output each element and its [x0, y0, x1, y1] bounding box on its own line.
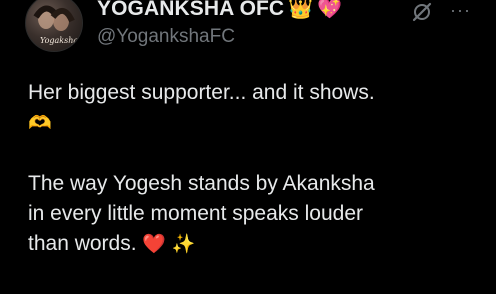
red-heart-emoji: ❤️	[142, 234, 167, 255]
user-handle[interactable]: @YogankshaFC	[97, 26, 235, 48]
heart-emoji-badge: 💖	[317, 0, 343, 20]
tweet-paragraph-2-line-1: The way Yogesh stands by Akanksha	[28, 172, 375, 195]
crown-emoji-badge: 👑	[288, 0, 314, 20]
tweet-line-1-text: Her biggest supporter... and it shows.	[28, 81, 375, 104]
sparkles-emoji: ✨	[171, 234, 196, 255]
heart-hands-emoji: 🫶	[28, 113, 52, 134]
tweet-text: Her biggest supporter... and it shows. 🫶…	[28, 78, 488, 260]
avatar[interactable]: Yogaksha	[25, 0, 83, 52]
tweet-line-1-emoji-row: 🫶	[28, 108, 488, 139]
more-options-icon[interactable]: ···	[450, 0, 471, 21]
avatar-logo-text: Yogaksha	[40, 36, 78, 45]
tweet-line-1: Her biggest supporter... and it shows.	[28, 78, 488, 108]
display-name[interactable]: YOGANKSHA OFC	[97, 0, 284, 21]
tweet-paragraph-2-line-3-text: than words.	[28, 232, 137, 255]
display-name-row[interactable]: YOGANKSHA OFC 👑 💖	[97, 0, 342, 21]
tweet-paragraph-2-line-2: in every little moment speaks louder	[28, 202, 363, 225]
tweet[interactable]: Yogaksha YOGANKSHA OFC 👑 💖 @YogankshaFC …	[0, 0, 496, 294]
avatar-image: Yogaksha	[33, 5, 78, 45]
grok-icon[interactable]	[410, 0, 434, 24]
tweet-paragraph-2-line-3: than words. ❤️ ✨	[28, 229, 488, 260]
